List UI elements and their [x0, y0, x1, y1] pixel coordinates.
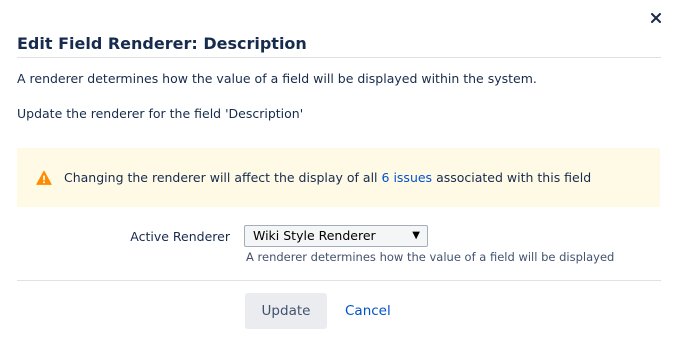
- renderer-description: A renderer determines how the value of a…: [246, 250, 615, 264]
- warning-message: Changing the renderer will affect the di…: [17, 148, 660, 207]
- intro-text: A renderer determines how the value of a…: [17, 71, 537, 86]
- close-icon[interactable]: [648, 10, 664, 26]
- edit-field-renderer-dialog: Edit Field Renderer: Description A rende…: [0, 0, 680, 355]
- warning-icon: [36, 170, 52, 186]
- warning-text-after: associated with this field: [436, 170, 592, 185]
- title-divider: [17, 57, 661, 58]
- cancel-link[interactable]: Cancel: [345, 302, 391, 320]
- footer-divider: [17, 280, 661, 281]
- renderer-select-value: Wiki Style Renderer: [253, 228, 376, 243]
- active-renderer-label: Active Renderer: [130, 229, 230, 244]
- update-field-text: Update the renderer for the field 'Descr…: [17, 106, 304, 121]
- dropdown-arrow-icon: ▼: [412, 230, 420, 241]
- update-button[interactable]: Update: [245, 293, 327, 329]
- issues-link[interactable]: 6 issues: [382, 170, 433, 185]
- warning-text-before: Changing the renderer will affect the di…: [64, 170, 378, 185]
- renderer-select[interactable]: Wiki Style Renderer ▼: [244, 225, 428, 247]
- dialog-title: Edit Field Renderer: Description: [17, 34, 307, 53]
